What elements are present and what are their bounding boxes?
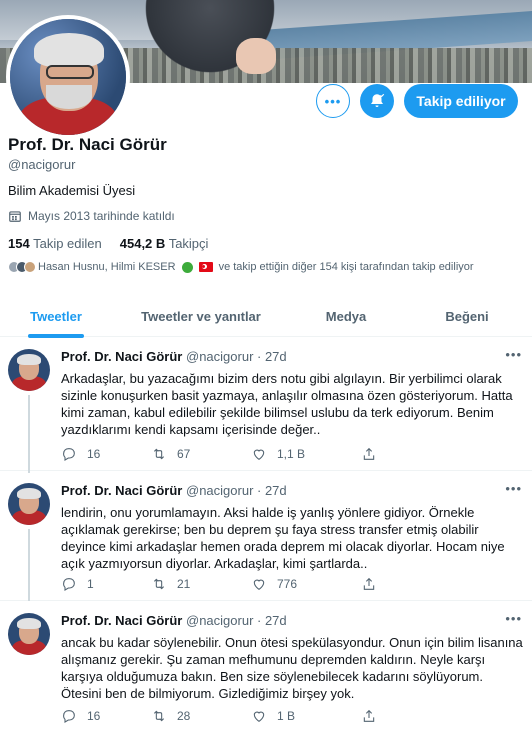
like-count: 776 bbox=[277, 577, 298, 591]
tweet[interactable]: Prof. Dr. Naci Görür @nacigorur · 27d ••… bbox=[0, 601, 532, 733]
like-count: 1 B bbox=[277, 709, 296, 723]
retweet-count: 21 bbox=[177, 577, 191, 591]
tweet-meta: @nacigorur · 27d bbox=[186, 483, 287, 498]
reply-icon bbox=[63, 710, 75, 723]
share-button[interactable] bbox=[361, 575, 401, 593]
profile-handle: @nacigorur bbox=[8, 157, 76, 172]
more-options-button[interactable]: ••• bbox=[316, 84, 350, 118]
profile-tabs: Tweetler Tweetler ve yanıtlar Medya Beğe… bbox=[0, 295, 532, 338]
tab-tweets[interactable]: Tweetler bbox=[0, 295, 112, 338]
tweet[interactable]: Prof. Dr. Naci Görür @nacigorur · 27d ••… bbox=[0, 337, 532, 473]
reply-button[interactable]: 16 bbox=[61, 707, 151, 725]
tweet-header: Prof. Dr. Naci Görür @nacigorur · 27d bbox=[61, 483, 287, 498]
thread-line bbox=[28, 529, 30, 601]
reply-count: 1 bbox=[87, 577, 94, 591]
follower-avatars bbox=[8, 261, 36, 273]
like-button[interactable]: 1,1 B bbox=[251, 445, 361, 463]
turkey-flag-icon bbox=[198, 262, 213, 272]
tab-media[interactable]: Medya bbox=[290, 295, 402, 337]
reply-icon bbox=[63, 578, 75, 591]
like-button[interactable]: 1 B bbox=[251, 707, 361, 725]
retweet-button[interactable]: 67 bbox=[151, 445, 251, 463]
more-icon: ••• bbox=[324, 93, 342, 109]
tweet-more-icon[interactable]: ••• bbox=[505, 347, 522, 362]
followers-label: Takipçi bbox=[168, 236, 209, 251]
share-button[interactable] bbox=[361, 707, 401, 725]
retweet-count: 28 bbox=[177, 709, 191, 723]
retweet-icon bbox=[153, 578, 165, 590]
share-icon bbox=[363, 709, 375, 722]
tweet-text: ancak bu kadar söylenebilir. Onun ötesi … bbox=[61, 635, 523, 701]
tab-likes[interactable]: Beğeni bbox=[402, 295, 532, 337]
retweet-button[interactable]: 28 bbox=[151, 707, 251, 725]
tweet-text: lendirin, onu yorumlamayın. Aksi halde i… bbox=[61, 505, 505, 571]
tweet-actions: 1 21 776 bbox=[61, 575, 461, 593]
retweet-count: 67 bbox=[177, 447, 191, 461]
retweet-icon bbox=[153, 448, 165, 460]
heart-icon bbox=[253, 711, 265, 722]
tweet-text: Arkadaşlar, bu yazacağımı bizim ders not… bbox=[61, 371, 513, 437]
following-button[interactable]: Takip ediliyor bbox=[404, 84, 518, 118]
profile-bio: Bilim Akademisi Üyesi bbox=[8, 183, 136, 198]
share-button[interactable] bbox=[361, 445, 401, 463]
tweet-more-icon[interactable]: ••• bbox=[505, 611, 522, 626]
tab-tweets-replies[interactable]: Tweetler ve yanıtlar bbox=[112, 295, 290, 337]
heart-icon bbox=[253, 449, 265, 460]
followers-count: 454,2 B bbox=[119, 236, 166, 251]
tweet-avatar[interactable] bbox=[8, 613, 50, 655]
followers-stat[interactable]: 454,2 B Takipçi bbox=[120, 236, 209, 251]
tweet-more-icon[interactable]: ••• bbox=[505, 481, 522, 496]
tweet-header: Prof. Dr. Naci Görür @nacigorur · 27d bbox=[61, 613, 287, 628]
followed-by-rest: ve takip ettiğin diğer 154 kişi tarafınd… bbox=[218, 261, 474, 273]
share-icon bbox=[363, 447, 375, 460]
reply-button[interactable]: 1 bbox=[61, 575, 151, 593]
reply-icon bbox=[63, 448, 75, 461]
joined-date: Mayıs 2013 tarihinde katıldı bbox=[8, 209, 175, 223]
tweet-meta: @nacigorur · 27d bbox=[186, 613, 287, 628]
like-button[interactable]: 776 bbox=[251, 575, 361, 593]
tweet-avatar[interactable] bbox=[8, 349, 50, 391]
tweet-avatar[interactable] bbox=[8, 483, 50, 525]
joined-text: Mayıs 2013 tarihinde katıldı bbox=[28, 209, 175, 223]
tweet-actions: 16 28 1 B bbox=[61, 707, 461, 725]
reply-count: 16 bbox=[87, 709, 101, 723]
profile-avatar[interactable] bbox=[6, 15, 130, 139]
tweet-actions: 16 67 1,1 B bbox=[61, 445, 461, 463]
tweet-author[interactable]: Prof. Dr. Naci Görür bbox=[61, 613, 182, 628]
heart-icon bbox=[253, 579, 265, 590]
bell-icon bbox=[371, 93, 385, 107]
following-count: 154 bbox=[8, 236, 30, 251]
share-icon bbox=[363, 577, 375, 590]
tweet-author[interactable]: Prof. Dr. Naci Görür bbox=[61, 349, 182, 364]
tweet-author[interactable]: Prof. Dr. Naci Görür bbox=[61, 483, 182, 498]
followed-by-names: Hasan Husnu, Hilmi KESER bbox=[38, 261, 176, 273]
tweet-meta: @nacigorur · 27d bbox=[186, 349, 287, 364]
green-circle-icon bbox=[181, 261, 193, 273]
tweet[interactable]: Prof. Dr. Naci Görür @nacigorur · 27d ••… bbox=[0, 471, 532, 601]
banner-hand bbox=[236, 38, 276, 74]
thread-line bbox=[28, 395, 30, 473]
follow-stats: 154 Takip edilen 454,2 B Takipçi bbox=[8, 236, 208, 251]
retweet-button[interactable]: 21 bbox=[151, 575, 251, 593]
followed-by[interactable]: Hasan Husnu, Hilmi KESER ve takip ettiği… bbox=[8, 261, 474, 273]
tweet-header: Prof. Dr. Naci Görür @nacigorur · 27d bbox=[61, 349, 287, 364]
notifications-bell-button[interactable] bbox=[360, 84, 394, 118]
following-stat[interactable]: 154 Takip edilen bbox=[8, 236, 102, 251]
profile-name: Prof. Dr. Naci Görür bbox=[8, 135, 167, 154]
reply-button[interactable]: 16 bbox=[61, 445, 151, 463]
reply-count: 16 bbox=[87, 447, 101, 461]
following-label: Takip edilen bbox=[33, 236, 102, 251]
like-count: 1,1 B bbox=[277, 447, 306, 461]
retweet-icon bbox=[153, 710, 165, 722]
calendar-icon bbox=[9, 211, 21, 222]
